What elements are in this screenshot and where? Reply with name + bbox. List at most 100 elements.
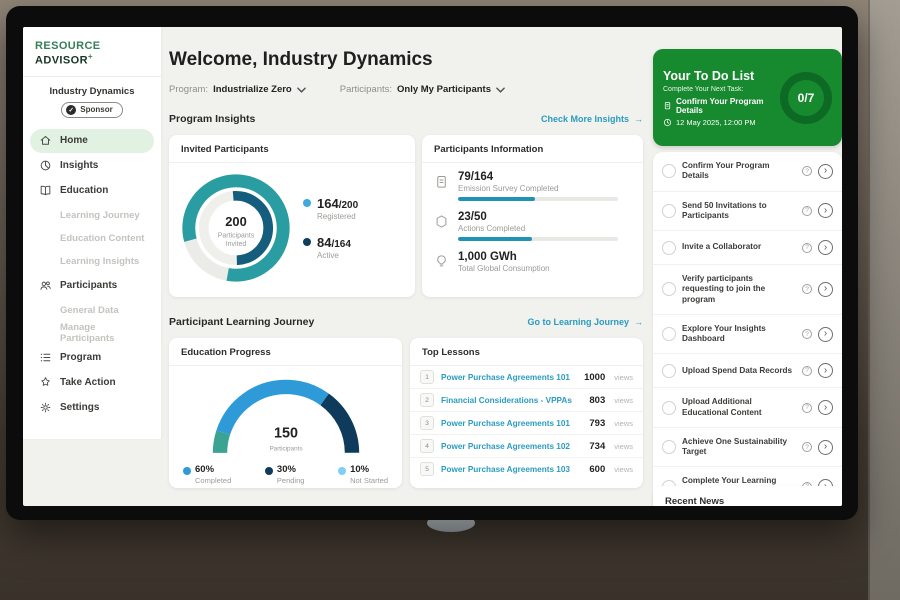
- task-open-button[interactable]: ›: [818, 363, 833, 378]
- program-insights-header: Program Insights Check More Insights →: [169, 113, 643, 125]
- sidebar-item-settings[interactable]: Settings: [30, 396, 154, 420]
- task-checkbox[interactable]: [662, 440, 676, 454]
- sidebar-item-home[interactable]: Home: [30, 129, 154, 153]
- info-icon[interactable]: ?: [802, 284, 812, 294]
- sponsor-icon: ✓: [66, 105, 76, 115]
- info-icon[interactable]: ?: [802, 329, 812, 339]
- active-value: 84: [317, 235, 331, 250]
- logo-secondary: ADVISOR: [35, 55, 88, 67]
- card-title: Top Lessons: [410, 338, 643, 366]
- card-title: Invited Participants: [169, 135, 415, 163]
- task-open-button[interactable]: ›: [818, 164, 833, 179]
- sidebar-item-manage-participants[interactable]: Manage Participants: [30, 322, 154, 345]
- pending-dot-icon: [265, 467, 273, 475]
- learning-journey-header: Participant Learning Journey Go to Learn…: [169, 316, 643, 328]
- info-icon[interactable]: ?: [802, 403, 812, 413]
- sidebar-item-general-data[interactable]: General Data: [30, 299, 154, 322]
- todo-header-card: Your To Do List Complete Your Next Task:…: [653, 49, 842, 146]
- recent-news-title: Recent News: [653, 486, 842, 506]
- dashboard-screen: RESOURCE ADVISOR+ Industry Dynamics ✓ Sp…: [23, 27, 842, 506]
- bulb-icon: [434, 254, 449, 269]
- legend-completed: 60% Completed: [183, 464, 231, 485]
- clock-icon: [663, 118, 672, 127]
- progress-bar: [458, 237, 618, 241]
- sidebar-item-program[interactable]: Program: [30, 346, 154, 370]
- todo-due-date: 12 May 2025, 12:00 PM: [663, 118, 780, 127]
- lesson-link[interactable]: Financial Considerations - VPPAs: [441, 396, 582, 405]
- stat-value: 23/50: [458, 211, 618, 223]
- wall-edge: [868, 0, 900, 600]
- sidebar-item-label: Manage Participants: [60, 322, 145, 344]
- task-open-button[interactable]: ›: [818, 240, 833, 255]
- task-open-button[interactable]: ›: [818, 400, 833, 415]
- check-more-insights-link[interactable]: Check More Insights →: [541, 114, 643, 124]
- card-title: Participants Information: [422, 135, 643, 163]
- program-select[interactable]: Program: Industrialize Zero: [169, 84, 306, 95]
- info-icon[interactable]: ?: [802, 206, 812, 216]
- lesson-link[interactable]: Power Purchase Agreements 101: [441, 373, 577, 382]
- participants-select[interactable]: Participants: Only My Participants: [340, 84, 505, 95]
- info-icon[interactable]: ?: [802, 243, 812, 253]
- task-checkbox[interactable]: [662, 164, 676, 178]
- card-title: Education Progress: [169, 338, 402, 366]
- lesson-link[interactable]: Power Purchase Agreements 102: [441, 442, 582, 451]
- todo-progress-ring: 0/7: [780, 72, 832, 124]
- sidebar-item-education[interactable]: Education: [30, 179, 154, 203]
- task-open-button[interactable]: ›: [818, 203, 833, 218]
- stat-consumption: 1,000 GWh Total Global Consumption: [422, 243, 643, 279]
- sponsor-label: Sponsor: [80, 105, 112, 114]
- task-checkbox[interactable]: [662, 282, 676, 296]
- info-icon[interactable]: ?: [802, 166, 812, 176]
- stat-label: Actions Completed: [458, 224, 618, 233]
- task-open-button[interactable]: ›: [818, 440, 833, 455]
- todo-title: Your To Do List: [663, 69, 780, 83]
- sidebar-item-label: Home: [60, 135, 88, 146]
- sidebar-item-participants[interactable]: Participants: [30, 274, 154, 298]
- task-checkbox[interactable]: [662, 327, 676, 341]
- lesson-link[interactable]: Power Purchase Agreements 103: [441, 465, 582, 474]
- sidebar-item-insights[interactable]: Insights: [30, 154, 154, 178]
- sidebar-item-learning-insights[interactable]: Learning Insights: [30, 250, 154, 273]
- arrow-right-icon: →: [634, 317, 643, 327]
- progress-bar: [458, 197, 618, 201]
- go-to-learning-journey-link[interactable]: Go to Learning Journey →: [527, 317, 643, 327]
- task-open-button[interactable]: ›: [818, 282, 833, 297]
- lesson-row: 3 Power Purchase Agreements 101 793 view…: [410, 412, 643, 435]
- rank-badge: 4: [420, 439, 434, 453]
- task-open-button[interactable]: ›: [818, 327, 833, 342]
- task-checkbox[interactable]: [662, 204, 676, 218]
- task-label: Send 50 Invitations to Participants: [682, 201, 796, 222]
- sidebar-item-take-action[interactable]: Take Action: [30, 371, 154, 395]
- invited-participants-card: Invited Participants 200 Participants In…: [169, 135, 415, 297]
- task-checkbox[interactable]: [662, 364, 676, 378]
- donut-chart: 200 Participants Invited: [177, 169, 295, 287]
- task-label: Invite a Collaborator: [682, 242, 796, 252]
- views-value: 734: [589, 441, 605, 452]
- lesson-link[interactable]: Power Purchase Agreements 101: [441, 419, 582, 428]
- top-lessons-card: Top Lessons 1 Power Purchase Agreements …: [410, 338, 643, 488]
- stat-value: 79/164: [458, 171, 618, 183]
- section-title: Participant Learning Journey: [169, 316, 314, 328]
- rank-badge: 1: [420, 370, 434, 384]
- sidebar-item-education-content[interactable]: Education Content: [30, 227, 154, 250]
- task-checkbox[interactable]: [662, 241, 676, 255]
- stat-emission-survey: 79/164 Emission Survey Completed: [422, 163, 643, 203]
- gauge-legend: 60% Completed 30% Pending 10% Not Starte…: [169, 458, 402, 485]
- rank-badge: 5: [420, 462, 434, 476]
- info-icon[interactable]: ?: [802, 366, 812, 376]
- program-value: Industrialize Zero: [213, 84, 292, 95]
- sidebar-item-learning-journey[interactable]: Learning Journey: [30, 204, 154, 227]
- org-name: Industry Dynamics: [23, 86, 161, 97]
- filter-bar: Program: Industrialize Zero Participants…: [169, 84, 505, 95]
- rank-badge: 2: [420, 393, 434, 407]
- monitor-bezel: RESOURCE ADVISOR+ Industry Dynamics ✓ Sp…: [6, 6, 858, 520]
- hexagon-icon: [434, 214, 449, 229]
- active-dot-icon: [303, 238, 311, 246]
- task-checkbox[interactable]: [662, 401, 676, 415]
- info-icon[interactable]: ?: [802, 442, 812, 452]
- sidebar-item-label: Insights: [60, 160, 98, 171]
- donut-center-label: Participants: [218, 233, 255, 240]
- link-label: Check More Insights: [541, 114, 629, 124]
- sidebar: RESOURCE ADVISOR+ Industry Dynamics ✓ Sp…: [23, 27, 161, 439]
- home-icon: [39, 134, 52, 147]
